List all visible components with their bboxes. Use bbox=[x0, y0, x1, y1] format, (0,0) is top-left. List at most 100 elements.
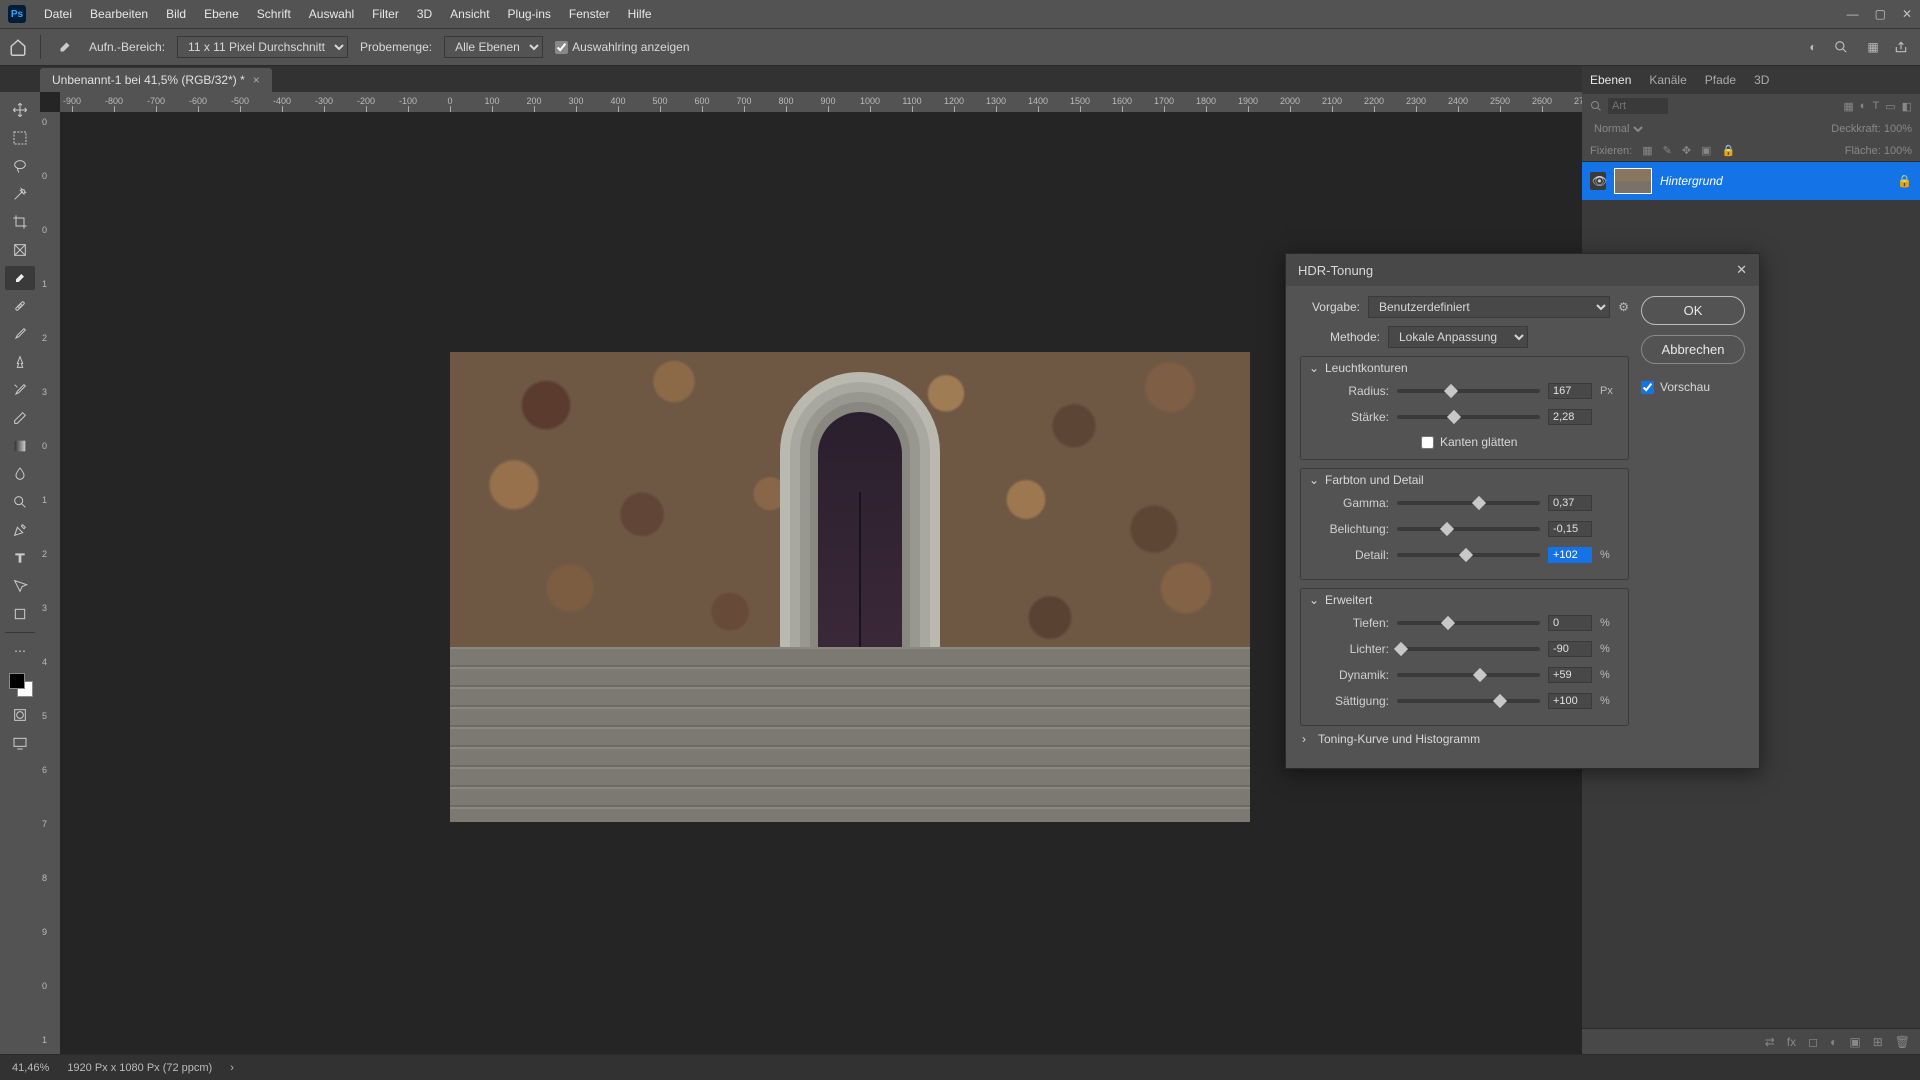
menu-type[interactable]: Schrift bbox=[257, 7, 291, 21]
home-icon[interactable] bbox=[8, 37, 28, 57]
workspace-icon[interactable]: ▦ bbox=[1864, 40, 1882, 54]
preview-checkbox[interactable]: Vorschau bbox=[1641, 380, 1745, 394]
close-tab-icon[interactable]: × bbox=[253, 73, 260, 87]
minimize-icon[interactable]: — bbox=[1847, 7, 1859, 21]
saturation-slider[interactable] bbox=[1397, 699, 1540, 703]
filter-shape-icon[interactable]: ▭ bbox=[1885, 100, 1895, 113]
menu-file[interactable]: Datei bbox=[44, 7, 72, 21]
document-tab[interactable]: Unbenannt-1 bei 41,5% (RGB/32*) * × bbox=[40, 68, 272, 92]
section-edge-glow-header[interactable]: ⌄ Leuchtkonturen bbox=[1309, 361, 1618, 375]
show-selection-checkbox[interactable]: Auswahlring anzeigen bbox=[555, 40, 689, 54]
tab-channels[interactable]: Kanäle bbox=[1649, 73, 1686, 87]
ruler-horizontal[interactable]: -900-800-700-600-500-400-300-200-1000100… bbox=[60, 92, 1582, 112]
sample-target-select[interactable]: Alle Ebenen bbox=[444, 36, 543, 58]
document-canvas[interactable] bbox=[450, 352, 1250, 822]
pen-tool[interactable] bbox=[5, 518, 35, 542]
fx-icon[interactable]: fx bbox=[1787, 1035, 1796, 1049]
delete-icon[interactable]: 🗑 bbox=[1895, 1035, 1910, 1049]
menu-window[interactable]: Fenster bbox=[569, 7, 610, 21]
type-tool[interactable] bbox=[5, 546, 35, 570]
close-icon[interactable]: ✕ bbox=[1902, 7, 1912, 21]
crop-tool[interactable] bbox=[5, 210, 35, 234]
path-tool[interactable] bbox=[5, 574, 35, 598]
doc-info[interactable]: 1920 Px x 1080 Px (72 ppcm) bbox=[67, 1062, 212, 1074]
cloud-icon[interactable]: ◐ bbox=[1804, 40, 1822, 54]
menu-3d[interactable]: 3D bbox=[417, 7, 432, 21]
gamma-input[interactable] bbox=[1548, 495, 1592, 511]
lock-all-icon[interactable]: 🔒 bbox=[1721, 144, 1735, 157]
menu-edit[interactable]: Bearbeiten bbox=[90, 7, 148, 21]
group-icon[interactable]: ▣ bbox=[1849, 1035, 1860, 1049]
shadows-slider[interactable] bbox=[1397, 621, 1540, 625]
menu-image[interactable]: Bild bbox=[166, 7, 186, 21]
search-icon[interactable] bbox=[1834, 40, 1852, 54]
history-brush-tool[interactable] bbox=[5, 378, 35, 402]
menu-help[interactable]: Hilfe bbox=[628, 7, 652, 21]
lock-position-icon[interactable]: ✎ bbox=[1663, 144, 1672, 157]
vibrance-slider[interactable] bbox=[1397, 673, 1540, 677]
detail-input[interactable] bbox=[1548, 547, 1592, 563]
ruler-vertical[interactable]: 000123012345678901 bbox=[40, 112, 60, 1054]
dodge-tool[interactable] bbox=[5, 490, 35, 514]
gamma-slider[interactable] bbox=[1397, 501, 1540, 505]
layer-filter-input[interactable] bbox=[1608, 98, 1668, 114]
healing-tool[interactable] bbox=[5, 294, 35, 318]
mask-icon[interactable]: ◻ bbox=[1808, 1035, 1818, 1049]
section-curve-header[interactable]: › Toning-Kurve und Histogramm bbox=[1302, 732, 1629, 746]
method-select[interactable]: Lokale Anpassung bbox=[1388, 326, 1528, 348]
color-swatches[interactable] bbox=[5, 671, 35, 699]
strength-slider[interactable] bbox=[1397, 415, 1540, 419]
magic-wand-tool[interactable] bbox=[5, 182, 35, 206]
layer-thumbnail[interactable] bbox=[1614, 168, 1652, 194]
saturation-input[interactable] bbox=[1548, 693, 1592, 709]
blend-mode-select[interactable]: Normal bbox=[1590, 122, 1646, 136]
menu-view[interactable]: Ansicht bbox=[450, 7, 489, 21]
menu-plugins[interactable]: Plug-ins bbox=[508, 7, 551, 21]
ok-button[interactable]: OK bbox=[1641, 296, 1745, 325]
strength-input[interactable] bbox=[1548, 409, 1592, 425]
cancel-button[interactable]: Abbrechen bbox=[1641, 335, 1745, 364]
filter-adjust-icon[interactable]: ◐ bbox=[1860, 100, 1867, 113]
filter-pixel-icon[interactable]: ▦ bbox=[1843, 100, 1853, 113]
exposure-slider[interactable] bbox=[1397, 527, 1540, 531]
layer-lock-icon[interactable]: 🔒 bbox=[1897, 174, 1912, 188]
maximize-icon[interactable]: ▢ bbox=[1875, 7, 1886, 21]
radius-slider[interactable] bbox=[1397, 389, 1540, 393]
lock-artboard-icon[interactable]: ▣ bbox=[1701, 144, 1711, 157]
vibrance-input[interactable] bbox=[1548, 667, 1592, 683]
search-icon[interactable] bbox=[1590, 100, 1602, 112]
frame-tool[interactable] bbox=[5, 238, 35, 262]
clone-tool[interactable] bbox=[5, 350, 35, 374]
shape-tool[interactable] bbox=[5, 602, 35, 626]
link-layers-icon[interactable]: ⇄ bbox=[1765, 1035, 1775, 1049]
sample-size-select[interactable]: 11 x 11 Pixel Durchschnitt bbox=[177, 36, 348, 58]
zoom-level[interactable]: 41,46% bbox=[12, 1062, 49, 1074]
section-tone-detail-header[interactable]: ⌄ Farbton und Detail bbox=[1309, 473, 1618, 487]
marquee-tool[interactable] bbox=[5, 126, 35, 150]
lasso-tool[interactable] bbox=[5, 154, 35, 178]
menu-select[interactable]: Auswahl bbox=[309, 7, 354, 21]
detail-slider[interactable] bbox=[1397, 553, 1540, 557]
lock-pixels-icon[interactable]: ▦ bbox=[1642, 144, 1652, 157]
tab-paths[interactable]: Pfade bbox=[1705, 73, 1736, 87]
quick-mask-icon[interactable] bbox=[5, 703, 35, 727]
move-tool[interactable] bbox=[5, 98, 35, 122]
share-icon[interactable] bbox=[1894, 40, 1912, 54]
layer-visibility-icon[interactable]: 👁 bbox=[1590, 172, 1606, 190]
smooth-edges-checkbox[interactable]: Kanten glätten bbox=[1421, 435, 1618, 449]
ellipsis-icon[interactable]: ⋯ bbox=[5, 639, 35, 663]
highlights-input[interactable] bbox=[1548, 641, 1592, 657]
lock-move-icon[interactable]: ✥ bbox=[1682, 144, 1691, 157]
dialog-titlebar[interactable]: HDR-Tonung ✕ bbox=[1286, 254, 1759, 286]
eyedropper-icon[interactable] bbox=[53, 35, 77, 59]
eyedropper-tool[interactable] bbox=[5, 266, 35, 290]
dialog-close-icon[interactable]: ✕ bbox=[1736, 262, 1747, 278]
shadows-input[interactable] bbox=[1548, 615, 1592, 631]
layer-row-background[interactable]: 👁 Hintergrund 🔒 bbox=[1582, 162, 1920, 200]
exposure-input[interactable] bbox=[1548, 521, 1592, 537]
status-chevron-icon[interactable]: › bbox=[230, 1062, 234, 1074]
adjustment-icon[interactable]: ◐ bbox=[1830, 1035, 1837, 1049]
screen-mode-icon[interactable] bbox=[5, 731, 35, 755]
filter-smart-icon[interactable]: ◧ bbox=[1902, 100, 1912, 113]
tab-layers[interactable]: Ebenen bbox=[1590, 73, 1631, 87]
